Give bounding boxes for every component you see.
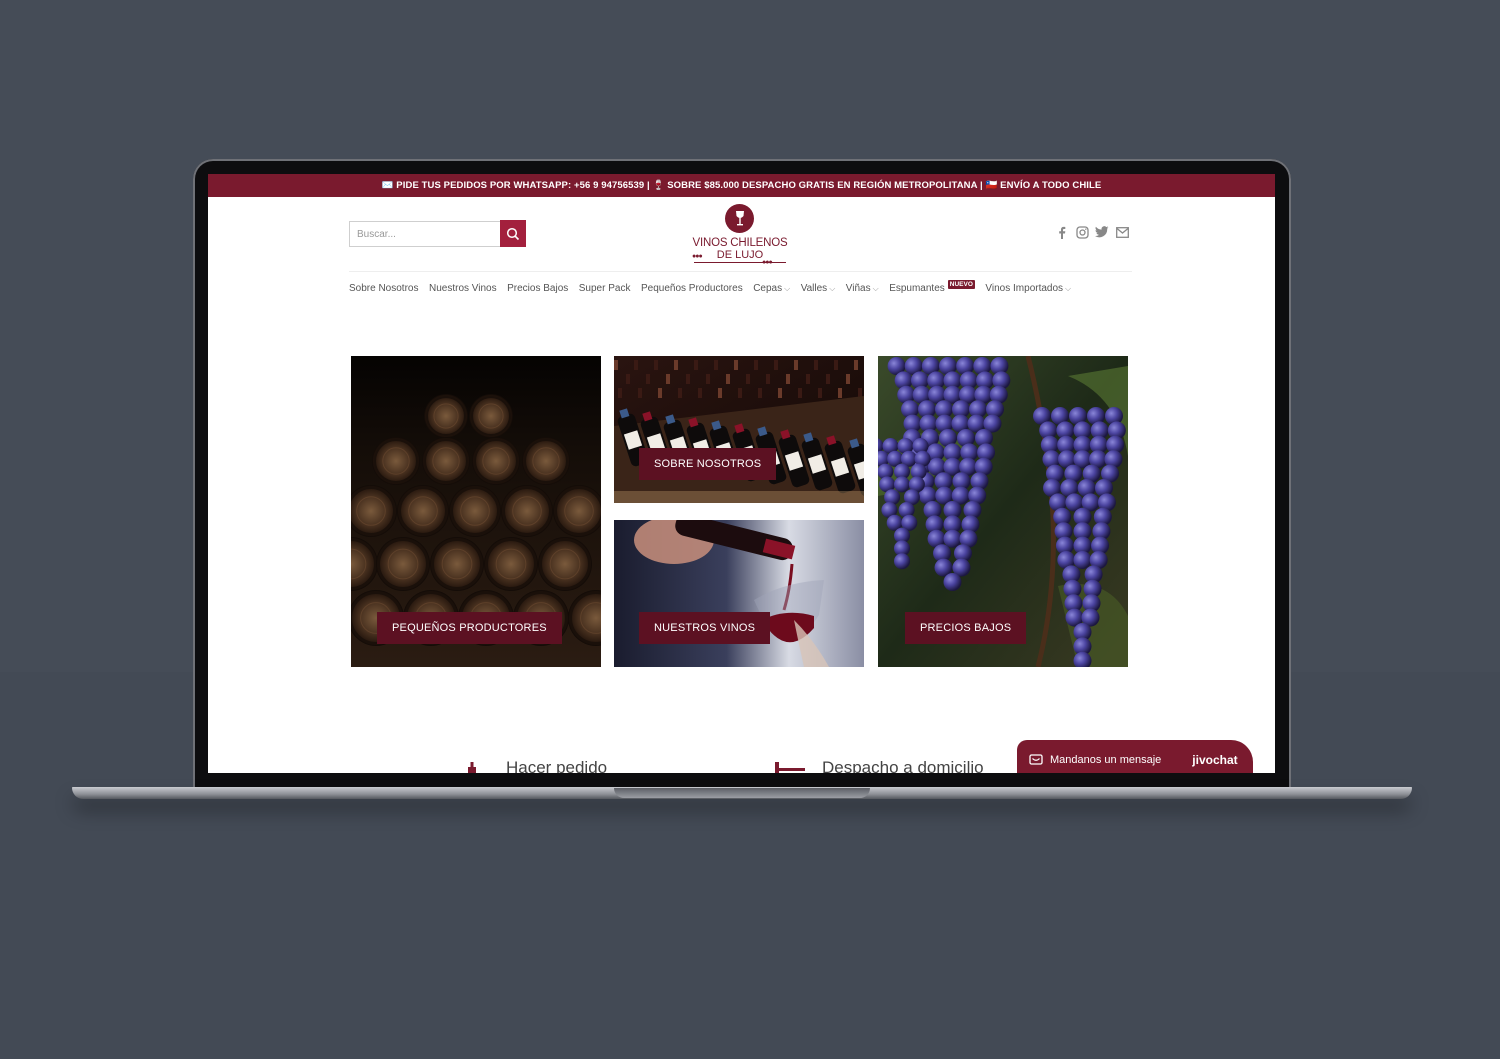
chat-widget[interactable]: Mandanos un mensaje jivochat [1017,740,1253,773]
tile-label: PRECIOS BAJOS [905,612,1027,644]
nav-item-vinas[interactable]: Viñas ⌵ [846,283,879,294]
nav-label: Precios Bajos [507,283,569,294]
tile-nuestros-vinos[interactable]: NUESTROS VINOS [614,520,864,667]
tile-pequenos-productores[interactable]: PEQUEÑOS PRODUCTORES [351,356,601,667]
browser-screen: ✉️ PIDE TUS PEDIDOS POR WHATSAPP: +56 9 … [208,174,1275,773]
nav-label: Nuestros Vinos [428,283,497,294]
nav-label: Valles [800,283,828,294]
header-divider [349,271,1132,272]
delivery-truck-icon [775,762,805,773]
chevron-down-icon: ⌵ [784,283,791,293]
wine-glass-icon [725,204,754,233]
nav-item-precios-bajos[interactable]: Precios Bajos [507,283,568,294]
chat-label: Mandanos un mensaje [1050,754,1162,766]
pouring-wine-image [614,520,864,667]
feature-order: Hacer pedido [506,758,608,773]
facebook-icon[interactable] [1055,225,1069,239]
site-logo[interactable]: VINOS CHILENOS ●●● DE LUJO ●●● [690,204,790,266]
instagram-icon[interactable] [1075,225,1089,239]
mail-icon[interactable] [1115,225,1129,239]
tile-label: SOBRE NOSOTROS [639,448,777,480]
search-button[interactable] [500,220,526,247]
nav-item-sobre-nosotros[interactable]: Sobre Nosotros [349,283,418,294]
nav-item-super-pack[interactable]: Super Pack [579,283,631,294]
main-nav: Sobre Nosotros Nuestros Vinos Precios Ba… [349,280,1082,294]
tile-precios-bajos[interactable]: PRECIOS BAJOS [878,356,1128,667]
tile-sobre-nosotros[interactable]: SOBRE NOSOTROS [614,356,864,503]
logo-underline [694,262,786,263]
chevron-down-icon: ⌵ [872,283,879,293]
nav-label: Viñas [845,283,871,294]
tile-label: PEQUEÑOS PRODUCTORES [377,612,562,644]
nav-label: Super Pack [578,283,631,294]
chat-message-icon [1029,754,1043,765]
chevron-down-icon: ⌵ [829,283,836,293]
search-placeholder: Buscar... [357,228,396,240]
nav-item-cepas[interactable]: Cepas ⌵ [753,283,790,294]
wine-bottle-icon [468,762,476,773]
search-input[interactable]: Buscar... [349,221,500,247]
feature-delivery: Despacho a domicilio [822,758,984,773]
nav-item-nuestros-vinos[interactable]: Nuestros Vinos [429,283,497,294]
nav-label: Sobre Nosotros [349,283,419,294]
social-links [1055,225,1129,239]
nav-label: Cepas [753,283,783,294]
wine-shelf-image [614,356,864,503]
nav-item-espumantes[interactable]: Espumantes NUEVO [889,280,975,294]
nav-label: Vinos Importados [985,283,1064,294]
twitter-icon[interactable] [1095,225,1109,239]
announcement-bar: ✉️ PIDE TUS PEDIDOS POR WHATSAPP: +56 9 … [208,174,1275,197]
tile-label: NUESTROS VINOS [639,612,771,644]
chat-brand: jivochat [1192,753,1238,767]
nav-label: Espumantes [889,283,945,294]
new-badge: NUEVO [947,280,975,289]
search-icon [506,227,520,240]
nav-item-pequenos-productores[interactable]: Pequeños Productores [641,283,743,294]
chevron-down-icon: ⌵ [1065,283,1072,293]
nav-label: Pequeños Productores [640,283,743,294]
laptop-notch [614,788,870,798]
nav-item-valles[interactable]: Valles ⌵ [801,283,836,294]
nav-item-vinos-importados[interactable]: Vinos Importados ⌵ [985,283,1071,294]
logo-subtitle: DE LUJO [716,249,764,261]
logo-title: VINOS CHILENOS [692,237,788,249]
